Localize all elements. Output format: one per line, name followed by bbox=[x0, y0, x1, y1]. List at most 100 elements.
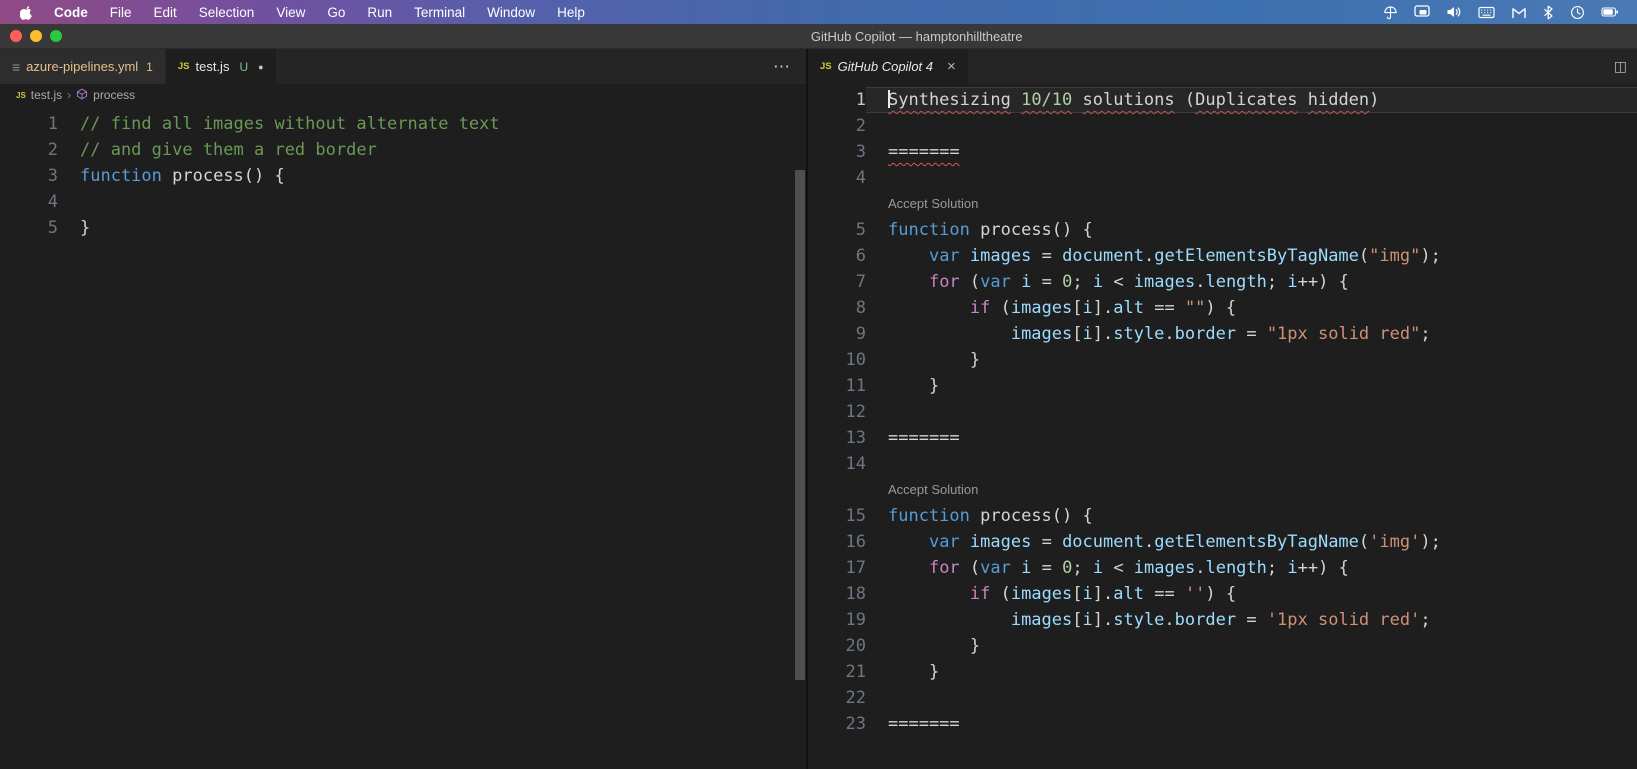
code-text: for (var i = 0; i < images.length; i++) … bbox=[928, 558, 1349, 578]
menu-file[interactable]: File bbox=[99, 5, 143, 20]
code-text: Synthesizing 10/10 solutions (Duplicates… bbox=[866, 87, 1637, 113]
zoom-window-button[interactable] bbox=[50, 30, 62, 42]
umbrella-icon[interactable] bbox=[1383, 5, 1398, 20]
code-line[interactable]: 1 Synthesizing 10/10 solutions (Duplicate… bbox=[808, 87, 1637, 113]
code-text: if (images[i].alt == "") { bbox=[969, 298, 1237, 318]
line-number: 20 bbox=[845, 636, 866, 656]
code-line[interactable]: 12 bbox=[808, 399, 1637, 425]
vertical-scrollbar[interactable] bbox=[795, 170, 805, 680]
breadcrumb-file[interactable]: test.js bbox=[31, 88, 62, 102]
code-line[interactable]: 23 ======= bbox=[808, 711, 1637, 737]
code-line[interactable]: 11 } bbox=[808, 373, 1637, 399]
traffic-lights bbox=[0, 30, 62, 42]
line-number: 7 bbox=[855, 272, 866, 292]
codelens-row[interactable]: Accept Solution bbox=[808, 477, 1637, 503]
tab-bar-spacer bbox=[277, 49, 757, 84]
accept-solution-link[interactable]: Accept Solution bbox=[866, 191, 1637, 217]
tab-github-copilot[interactable]: JS GitHub Copilot 4 × bbox=[808, 49, 969, 84]
code-text: function process() { bbox=[80, 166, 285, 186]
code-line[interactable]: 5 function process() { bbox=[808, 217, 1637, 243]
breadcrumb-symbol[interactable]: process bbox=[93, 88, 135, 102]
macos-menu-bar: Code File Edit Selection View Go Run Ter… bbox=[0, 0, 1637, 24]
volume-icon[interactable] bbox=[1446, 5, 1462, 19]
code-line[interactable]: 2 bbox=[808, 113, 1637, 139]
code-line[interactable]: 9 images[i].style.border = "1px solid re… bbox=[808, 321, 1637, 347]
bluetooth-icon[interactable] bbox=[1543, 5, 1554, 20]
menu-help[interactable]: Help bbox=[546, 5, 596, 20]
window-title: GitHub Copilot — hamptonhilltheatre bbox=[810, 28, 1023, 44]
unsaved-dot-icon: ● bbox=[258, 61, 264, 72]
editor-right[interactable]: 1 Synthesizing 10/10 solutions (Duplicate… bbox=[808, 84, 1637, 769]
code-line[interactable]: 4 bbox=[808, 165, 1637, 191]
line-number: 9 bbox=[855, 324, 866, 344]
code-line[interactable]: 4 bbox=[0, 189, 806, 215]
close-tab-icon[interactable]: × bbox=[947, 58, 956, 75]
line-number: 12 bbox=[845, 402, 866, 422]
code-line[interactable]: 3 function process() { bbox=[0, 163, 806, 189]
apple-logo-icon[interactable] bbox=[8, 5, 43, 20]
code-text: } bbox=[888, 636, 981, 656]
code-text: ======= bbox=[888, 428, 960, 448]
codelens-row[interactable]: Accept Solution bbox=[808, 191, 1637, 217]
minimize-window-button[interactable] bbox=[30, 30, 42, 42]
code-line[interactable]: 16 var images = document.getElementsByTa… bbox=[808, 529, 1637, 555]
menu-go[interactable]: Go bbox=[316, 5, 356, 20]
code-line[interactable]: 5} bbox=[0, 215, 806, 241]
tab-label: GitHub Copilot 4 bbox=[837, 59, 934, 74]
more-actions-icon[interactable]: ⋯ bbox=[757, 57, 806, 77]
code-line[interactable]: 1 // find all images without alternate te… bbox=[0, 111, 806, 137]
git-status-badge: U bbox=[239, 59, 249, 74]
right-tab-bar: JS GitHub Copilot 4 × ◫ bbox=[808, 49, 1637, 84]
code-line[interactable]: 14 bbox=[808, 451, 1637, 477]
code-line[interactable]: 8 if (images[i].alt == "") { bbox=[808, 295, 1637, 321]
code-text: var images = document.getElementsByTagNa… bbox=[928, 532, 1441, 552]
code-line[interactable]: 10 } bbox=[808, 347, 1637, 373]
menu-terminal[interactable]: Terminal bbox=[403, 5, 476, 20]
line-number: 1 bbox=[47, 114, 58, 134]
code-line[interactable]: 2 // and give them a red border bbox=[0, 137, 806, 163]
code-line[interactable]: 18 if (images[i].alt == '') { bbox=[808, 581, 1637, 607]
code-line[interactable]: 6 var images = document.getElementsByTag… bbox=[808, 243, 1637, 269]
yaml-file-icon: ≡ bbox=[12, 58, 21, 75]
menu-view[interactable]: View bbox=[265, 5, 316, 20]
code-line[interactable]: 13 ======= bbox=[808, 425, 1637, 451]
menu-edit[interactable]: Edit bbox=[143, 5, 188, 20]
editor-left[interactable]: 1 // find all images without alternate te… bbox=[0, 106, 806, 769]
split-editor-icon[interactable]: ◫ bbox=[1604, 58, 1637, 75]
code-text: } bbox=[888, 662, 940, 682]
clock-icon[interactable] bbox=[1570, 5, 1585, 20]
code-text: images[i].style.border = '1px solid red'… bbox=[1010, 610, 1431, 630]
accept-solution-link[interactable]: Accept Solution bbox=[866, 477, 1637, 503]
code-text: } bbox=[80, 218, 91, 238]
code-line[interactable]: 17 for (var i = 0; i < images.length; i+… bbox=[808, 555, 1637, 581]
code-line[interactable]: 19 images[i].style.border = '1px solid r… bbox=[808, 607, 1637, 633]
code-line[interactable]: 21 } bbox=[808, 659, 1637, 685]
line-number: 17 bbox=[845, 558, 866, 578]
close-window-button[interactable] bbox=[10, 30, 22, 42]
tab-azure-pipelines[interactable]: ≡ azure-pipelines.yml 1 bbox=[0, 49, 166, 84]
menu-run[interactable]: Run bbox=[356, 5, 403, 20]
keyboard-icon[interactable] bbox=[1478, 6, 1495, 19]
code-line[interactable]: 20 } bbox=[808, 633, 1637, 659]
code-text: } bbox=[888, 376, 940, 396]
menu-window[interactable]: Window bbox=[476, 5, 546, 20]
code-text: } bbox=[888, 350, 981, 370]
battery-icon[interactable] bbox=[1601, 6, 1619, 18]
display-icon[interactable] bbox=[1414, 5, 1430, 19]
code-line[interactable]: 3 ======= bbox=[808, 139, 1637, 165]
code-text: images[i].style.border = "1px solid red"… bbox=[1010, 324, 1431, 344]
left-tab-bar: ≡ azure-pipelines.yml 1 JS test.js U ● ⋯ bbox=[0, 49, 806, 84]
left-editor-pane: ≡ azure-pipelines.yml 1 JS test.js U ● ⋯… bbox=[0, 49, 808, 769]
code-line[interactable]: 22 bbox=[808, 685, 1637, 711]
gmail-icon[interactable] bbox=[1511, 6, 1527, 19]
code-line[interactable]: 15 function process() { bbox=[808, 503, 1637, 529]
menu-selection[interactable]: Selection bbox=[188, 5, 266, 20]
tab-test-js[interactable]: JS test.js U ● bbox=[165, 49, 277, 84]
menu-code[interactable]: Code bbox=[43, 5, 99, 20]
code-text: for (var i = 0; i < images.length; i++) … bbox=[928, 272, 1349, 292]
code-line[interactable]: 7 for (var i = 0; i < images.length; i++… bbox=[808, 269, 1637, 295]
